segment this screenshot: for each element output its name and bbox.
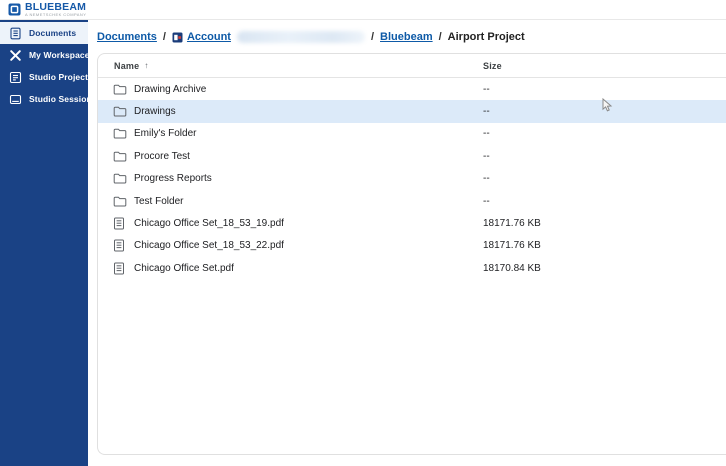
sessions-icon [9, 93, 22, 106]
sidebar-item-label: Documents [29, 28, 77, 38]
table-row[interactable]: Drawings -- [98, 100, 726, 123]
workspace-icon [9, 49, 22, 62]
breadcrumb-current-page: Airport Project [447, 31, 525, 43]
item-name: Chicago Office Set.pdf [134, 262, 234, 274]
projects-icon [9, 71, 22, 84]
breadcrumb-separator: / [438, 31, 442, 43]
item-size: 18171.76 KB [483, 218, 541, 230]
brand-name: BLUEBEAM [25, 0, 87, 13]
table-header-row: Name ↑ Size [98, 54, 726, 78]
item-name: Drawing Archive [134, 83, 207, 95]
item-size: -- [483, 83, 490, 95]
item-size: -- [483, 106, 490, 118]
redacted-account-name [236, 31, 365, 43]
breadcrumb-account-link[interactable]: Account [172, 31, 365, 43]
item-name: Test Folder [134, 195, 184, 207]
file-table: Name ↑ Size Drawing Archive -- Drawings … [97, 53, 726, 455]
row-name-cell: Chicago Office Set_18_53_22.pdf [98, 239, 284, 252]
sidebar-item-label: Studio Sessions [29, 94, 97, 104]
breadcrumb-separator: / [370, 31, 375, 43]
row-name-cell: Procore Test [98, 150, 190, 163]
sidebar: Documents My Workspace Studio Projects S… [0, 20, 97, 466]
row-name-cell: Test Folder [98, 195, 183, 208]
sidebar-item-my-workspace[interactable]: My Workspace [0, 44, 90, 66]
table-row[interactable]: Drawing Archive -- [98, 78, 726, 100]
breadcrumb-account-label: Account [186, 31, 231, 43]
column-name-label: Name [114, 60, 140, 71]
row-name-cell: Chicago Office Set.pdf [98, 262, 234, 275]
breadcrumb: Documents / Account / Bluebeam / Airport… [97, 29, 525, 45]
breadcrumb-bluebeam-link[interactable]: Bluebeam [380, 31, 433, 43]
item-size: -- [483, 195, 490, 207]
document-icon [9, 27, 22, 40]
table-row[interactable]: Emily's Folder -- [98, 123, 726, 145]
pdf-file-icon [113, 262, 127, 275]
item-size: -- [483, 150, 490, 162]
pdf-file-icon [113, 217, 127, 230]
column-header-size[interactable]: Size [483, 61, 502, 71]
breadcrumb-documents-link[interactable]: Documents [97, 31, 157, 43]
bluebeam-logo-icon [8, 3, 21, 16]
item-name: Chicago Office Set_18_53_19.pdf [134, 218, 284, 230]
item-name: Progress Reports [134, 173, 212, 185]
mouse-cursor [602, 97, 614, 118]
item-name: Emily's Folder [134, 128, 197, 140]
table-row[interactable]: Chicago Office Set_18_53_22.pdf 18171.76… [98, 235, 726, 257]
item-name: Procore Test [134, 150, 190, 162]
sidebar-item-studio-projects[interactable]: Studio Projects [0, 66, 93, 88]
item-name: Drawings [134, 106, 176, 118]
item-size: 18171.76 KB [483, 240, 541, 252]
sidebar-item-label: My Workspace [29, 50, 90, 60]
bluebeam-logo[interactable]: BLUEBEAM A NEMETSCHEK COMPANY [8, 2, 86, 18]
table-row[interactable]: Chicago Office Set_18_53_19.pdf 18171.76… [98, 212, 726, 234]
folder-icon [113, 150, 127, 163]
folder-icon [113, 83, 127, 96]
table-row[interactable]: Progress Reports -- [98, 168, 726, 190]
top-header-bar: BLUEBEAM A NEMETSCHEK COMPANY [0, 0, 726, 20]
brand-tagline: A NEMETSCHEK COMPANY [25, 12, 87, 18]
organization-icon [172, 32, 183, 42]
table-row[interactable]: Chicago Office Set.pdf 18170.84 KB [98, 257, 726, 279]
folder-icon [113, 127, 127, 140]
folder-icon [113, 195, 127, 208]
column-header-name[interactable]: Name ↑ [98, 61, 149, 71]
folder-icon [113, 105, 127, 118]
item-name: Chicago Office Set_18_53_22.pdf [134, 240, 284, 252]
item-size: 18170.84 KB [483, 262, 541, 274]
pdf-file-icon [113, 239, 127, 252]
row-name-cell: Drawings [98, 105, 176, 118]
row-name-cell: Drawing Archive [98, 83, 206, 96]
sidebar-item-studio-sessions[interactable]: Studio Sessions [0, 88, 97, 110]
table-body: Drawing Archive -- Drawings -- Emily's F… [98, 78, 726, 280]
sidebar-item-label: Studio Projects [29, 72, 93, 82]
item-size: -- [483, 128, 490, 140]
breadcrumb-separator: / [162, 31, 166, 43]
item-size: -- [483, 173, 490, 185]
table-row[interactable]: Test Folder -- [98, 190, 726, 212]
row-name-cell: Chicago Office Set_18_53_19.pdf [98, 217, 284, 230]
row-name-cell: Progress Reports [98, 172, 212, 185]
sort-ascending-icon: ↑ [144, 61, 149, 70]
row-name-cell: Emily's Folder [98, 127, 196, 140]
table-row[interactable]: Procore Test -- [98, 145, 726, 167]
sidebar-item-documents[interactable]: Documents [0, 22, 88, 44]
folder-icon [113, 172, 127, 185]
